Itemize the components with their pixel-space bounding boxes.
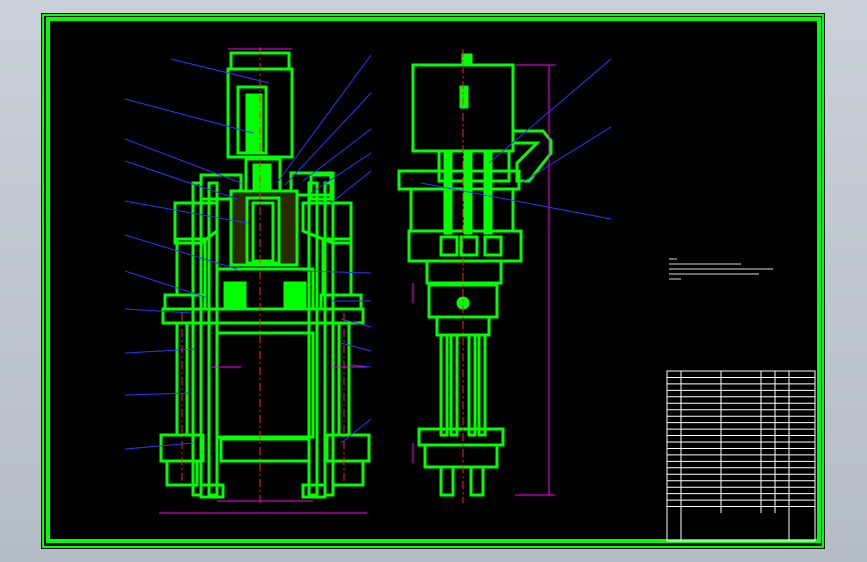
sheet-inner-border xyxy=(46,17,821,543)
front-leader-9 xyxy=(124,138,242,184)
front-leader-1 xyxy=(124,442,194,450)
cad-drawing-canvas xyxy=(42,14,824,548)
front-leader-10 xyxy=(124,98,254,134)
front-leader-11 xyxy=(170,58,270,84)
front-leader-20 xyxy=(340,342,372,352)
front-leader-2 xyxy=(124,392,192,396)
front-view xyxy=(159,51,371,499)
side-leader-24 xyxy=(520,126,612,184)
cad-viewport[interactable] xyxy=(41,13,825,549)
front-leader-22 xyxy=(340,418,372,444)
technical-notes xyxy=(669,258,773,280)
side-view xyxy=(397,53,553,497)
front-leader-8 xyxy=(124,160,238,200)
title-block-parts-list xyxy=(666,370,816,542)
